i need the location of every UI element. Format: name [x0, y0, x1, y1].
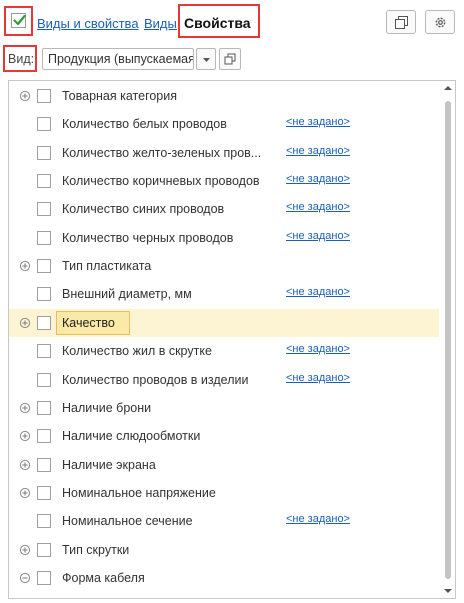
expand-plus-icon[interactable] [19, 260, 31, 272]
property-row[interactable]: Количество белых проводов <не задано> [9, 110, 439, 138]
expand-plus-icon[interactable] [19, 487, 31, 499]
property-checkbox[interactable] [37, 429, 51, 444]
property-value-link[interactable]: <не задано> [286, 513, 350, 525]
property-name: Форма кабеля [62, 570, 145, 585]
view-select-value: Продукция (выпускаемая [48, 52, 194, 66]
property-name: Номинальное напряжение [62, 485, 216, 500]
property-checkbox[interactable] [37, 315, 51, 330]
property-row[interactable]: Наличие брони [9, 394, 439, 422]
property-checkbox[interactable] [37, 145, 51, 160]
property-row[interactable]: Внешний диаметр, мм <не задано> [9, 280, 439, 308]
views-and-properties-link[interactable]: Виды и свойства [37, 16, 139, 31]
property-checkbox[interactable] [37, 457, 51, 472]
property-name-cell-selected[interactable]: Качество [56, 310, 130, 335]
property-row[interactable]: Наличие экрана [9, 451, 439, 479]
property-name: Количество проводов в изделии [62, 372, 249, 387]
property-name: Товарная категория [62, 89, 178, 103]
property-name: Тип пластиката [62, 259, 152, 274]
property-row[interactable]: Количество синих проводов <не задано> [9, 195, 439, 223]
property-value-link[interactable]: <не задано> [286, 173, 350, 185]
expand-plus-icon[interactable] [19, 402, 31, 414]
property-row[interactable]: Номинальное сечение <не задано> [9, 507, 439, 535]
expand-plus-icon[interactable] [19, 430, 31, 442]
scrollbar[interactable] [443, 83, 453, 596]
properties-list[interactable]: Товарная категория Количество белых прово… [8, 80, 456, 599]
annotation-box-checkbox [4, 6, 33, 36]
property-name: Количество желто-зеленых пров... [62, 145, 262, 160]
gear-icon [435, 17, 446, 28]
property-checkbox[interactable] [37, 89, 51, 103]
page-title: Свойства [184, 15, 251, 31]
annotation-box-view-label: Вид: [3, 45, 37, 72]
enable-checkbox[interactable] [11, 13, 26, 28]
property-checkbox[interactable] [37, 259, 51, 274]
property-value-link[interactable]: <не задано> [286, 116, 350, 128]
copy-button[interactable] [386, 10, 416, 34]
property-row[interactable]: Количество жил в скрутке <не задано> [9, 337, 439, 365]
property-row[interactable]: Тип скрутки [9, 536, 439, 564]
property-name: Количество черных проводов [62, 230, 234, 245]
caret-down-icon [203, 58, 210, 62]
property-row[interactable]: Тип пластиката [9, 252, 439, 280]
property-checkbox[interactable] [37, 485, 51, 500]
property-checkbox[interactable] [37, 230, 51, 245]
property-name: Количество синих проводов [62, 202, 225, 217]
views-link[interactable]: Виды [144, 16, 177, 31]
property-value-link[interactable]: <не задано> [286, 372, 350, 384]
property-row[interactable]: Товарная категория [9, 82, 439, 110]
checkmark-icon [13, 14, 26, 26]
property-checkbox[interactable] [37, 570, 51, 585]
open-view-button[interactable] [219, 48, 241, 70]
property-value-link[interactable]: <не задано> [286, 286, 350, 298]
property-row[interactable]: Количество проводов в изделии <не задано> [9, 366, 439, 394]
property-name: Наличие слюдообмотки [62, 429, 201, 444]
annotation-box-title: Свойства [178, 4, 260, 38]
expand-plus-icon[interactable] [19, 544, 31, 556]
property-checkbox[interactable] [37, 117, 51, 132]
property-checkbox[interactable] [37, 514, 51, 529]
property-value-link[interactable]: <не задано> [286, 145, 350, 157]
property-row[interactable]: Форма кабеля [9, 564, 439, 592]
view-select[interactable]: Продукция (выпускаемая [42, 48, 194, 70]
property-name: Наличие брони [62, 400, 152, 415]
property-value-link[interactable]: <не задано> [286, 201, 350, 213]
property-row[interactable]: Количество коричневых проводов <не задано… [9, 167, 439, 195]
expand-plus-icon[interactable] [19, 459, 31, 471]
scrollbar-thumb[interactable] [445, 101, 451, 579]
property-value-link[interactable]: <не задано> [286, 230, 350, 242]
expand-plus-icon[interactable] [19, 90, 31, 102]
property-name: Наличие экрана [62, 457, 156, 472]
property-checkbox[interactable] [37, 202, 51, 217]
scroll-down-icon[interactable] [444, 588, 452, 594]
property-checkbox[interactable] [37, 287, 51, 302]
property-value-link[interactable]: <не задано> [286, 343, 350, 355]
property-name: Номинальное сечение [62, 514, 193, 529]
property-row[interactable]: Количество желто-зеленых пров... <не зада… [9, 139, 439, 167]
copy-windows-icon [395, 16, 408, 29]
property-row[interactable]: Наличие слюдообмотки [9, 422, 439, 450]
open-window-icon [224, 53, 236, 65]
settings-button[interactable] [425, 10, 455, 34]
collapse-minus-icon[interactable] [19, 572, 31, 584]
property-checkbox[interactable] [37, 174, 51, 189]
property-name: Качество [62, 315, 115, 330]
property-name: Количество жил в скрутке [62, 344, 212, 359]
view-label: Вид: [8, 52, 35, 66]
scroll-up-icon[interactable] [444, 85, 452, 91]
property-name: Количество белых проводов [62, 117, 227, 132]
property-row[interactable]: Количество черных проводов <не задано> [9, 224, 439, 252]
property-checkbox[interactable] [37, 344, 51, 359]
property-name: Количество коричневых проводов [62, 174, 260, 189]
property-checkbox[interactable] [37, 372, 51, 387]
property-name: Тип скрутки [62, 542, 130, 557]
header-bar: Виды и свойства Виды Свойства [0, 4, 464, 38]
property-name: Внешний диаметр, мм [62, 287, 192, 302]
expand-plus-icon[interactable] [19, 317, 31, 329]
property-checkbox[interactable] [37, 542, 51, 557]
property-row[interactable]: Качество [9, 308, 439, 337]
property-row[interactable]: Номинальное напряжение [9, 479, 439, 507]
property-checkbox[interactable] [37, 400, 51, 415]
view-dropdown-button[interactable] [196, 48, 216, 70]
